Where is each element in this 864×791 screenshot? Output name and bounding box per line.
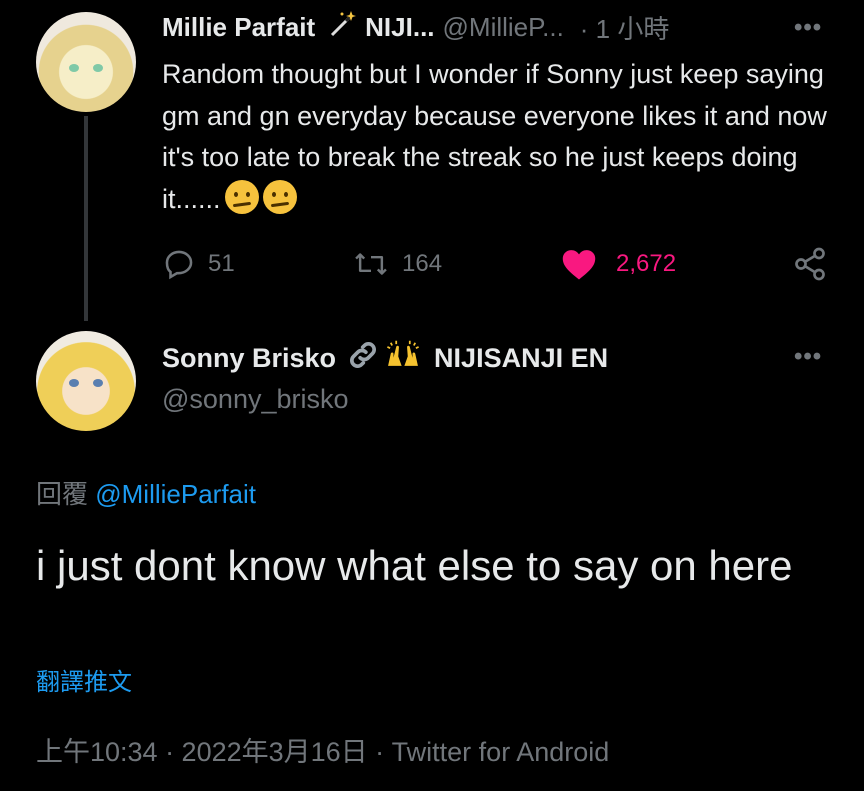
tweet-body: Random thought but I wonder if Sonny jus… bbox=[162, 59, 827, 214]
avatar-eye bbox=[93, 64, 103, 72]
reply-text: i just dont know what else to say on her… bbox=[36, 542, 793, 589]
avatar-eye bbox=[93, 379, 103, 387]
handle[interactable]: @sonny_brisko bbox=[162, 384, 349, 415]
avatar-millie[interactable] bbox=[36, 12, 136, 112]
replying-to: 回覆 @MillieParfait bbox=[36, 474, 256, 511]
thread-line bbox=[84, 116, 88, 321]
more-options-icon[interactable]: ••• bbox=[794, 14, 822, 42]
timestamp[interactable]: · 1 小時 bbox=[580, 9, 670, 46]
retweet-count: 164 bbox=[402, 250, 443, 277]
avatar-eye bbox=[69, 64, 79, 72]
reply-action[interactable]: 51 bbox=[162, 244, 235, 284]
tweet-text: Random thought but I wonder if Sonny jus… bbox=[162, 54, 832, 220]
share-icon bbox=[795, 247, 825, 281]
name-suffix: NIJISANJI EN bbox=[434, 342, 609, 373]
thinking-face-icon bbox=[224, 179, 259, 214]
more-options-icon[interactable]: ••• bbox=[794, 343, 822, 371]
avatar-sonny[interactable] bbox=[36, 331, 136, 431]
share-action[interactable] bbox=[792, 244, 828, 284]
like-action[interactable]: 2,672 bbox=[560, 244, 676, 284]
tweet-header: Millie Parfait NIJI... @MillieP... · 1 小… bbox=[162, 10, 669, 44]
reply-header: Sonny Brisko NIJISANJI EN bbox=[162, 340, 609, 375]
name-suffix: NIJI... bbox=[365, 11, 435, 42]
avatar-eye bbox=[69, 379, 79, 387]
retweet-action[interactable]: 164 bbox=[352, 244, 442, 284]
link-icon bbox=[346, 338, 380, 379]
replying-label: 回覆 bbox=[36, 479, 89, 509]
raised-hands-icon bbox=[384, 338, 422, 379]
magic-wand-icon bbox=[327, 9, 357, 46]
handle[interactable]: @MillieP... bbox=[443, 12, 564, 43]
thinking-face-icon bbox=[262, 179, 297, 214]
retweet-icon bbox=[355, 253, 387, 275]
display-name[interactable]: Sonny Brisko bbox=[162, 343, 336, 374]
display-name[interactable]: Millie Parfait bbox=[162, 12, 315, 43]
reply-icon bbox=[165, 250, 193, 280]
mention-link[interactable]: @MillieParfait bbox=[95, 479, 256, 509]
translate-link[interactable]: 翻譯推文 bbox=[36, 662, 132, 697]
like-count: 2,672 bbox=[616, 250, 677, 277]
heart-icon bbox=[562, 250, 596, 280]
tweet-metadata[interactable]: 上午10:34 · 2022年3月16日 · Twitter for Andro… bbox=[36, 730, 609, 769]
reply-count: 51 bbox=[208, 250, 235, 277]
